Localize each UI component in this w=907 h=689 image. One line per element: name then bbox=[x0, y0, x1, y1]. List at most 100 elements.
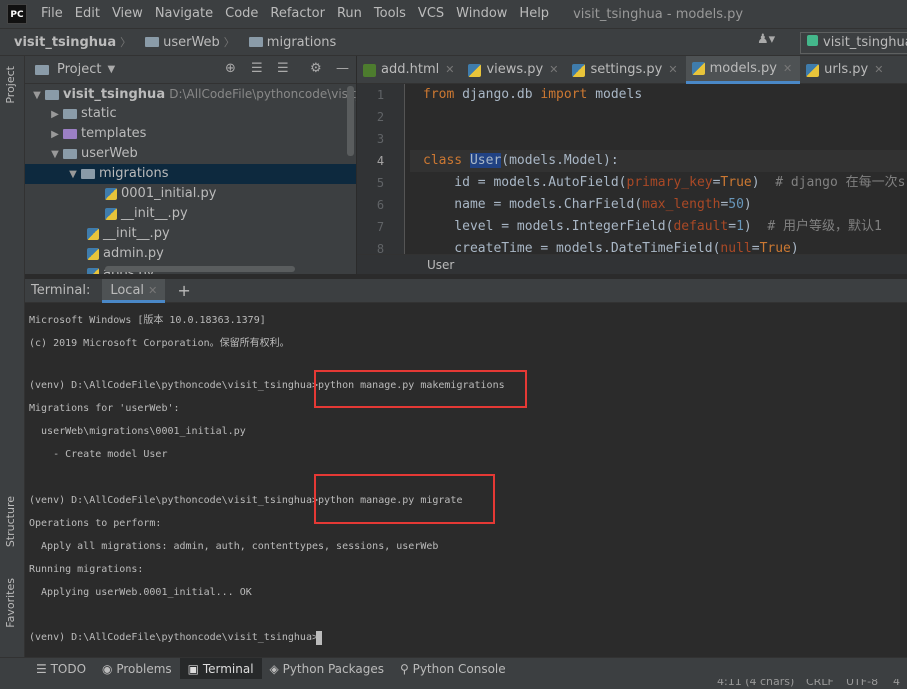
python-console-tab[interactable]: ⚲ Python Console bbox=[392, 658, 514, 680]
tree-item-userweb-init[interactable]: __init__.py bbox=[25, 224, 356, 244]
code-line: level = models.IntegerField(default=1) #… bbox=[423, 219, 882, 234]
project-tool-window: Project ▼ ⊕ ☰ ☰ ⚙ — ▼ visit_tsinghua D:\A… bbox=[25, 56, 356, 274]
terminal-line: Migrations for 'userWeb': bbox=[29, 403, 180, 414]
indent-setting[interactable]: 4 bbox=[893, 679, 900, 688]
code-breadcrumb[interactable]: User bbox=[357, 254, 907, 274]
tree-item-admin[interactable]: admin.py bbox=[25, 244, 356, 264]
highlight-box-migrate bbox=[314, 474, 495, 524]
terminal-line: Microsoft Windows [版本 10.0.18363.1379] bbox=[29, 315, 266, 326]
folder-icon bbox=[63, 108, 77, 119]
editor-tab-bar: add.html ✕ views.py ✕ settings.py ✕ models.… bbox=[357, 56, 907, 84]
close-icon[interactable]: ✕ bbox=[148, 284, 157, 297]
user-account-icon[interactable]: ♟▾ bbox=[757, 32, 775, 47]
tab-views-py[interactable]: views.py ✕ bbox=[462, 56, 566, 84]
menu-code[interactable]: Code bbox=[219, 0, 264, 28]
close-icon[interactable]: ✕ bbox=[668, 56, 677, 84]
code-area[interactable]: from django.db import models class User(… bbox=[410, 84, 907, 258]
bottom-tool-bar: ☰ TODO ◉ Problems ▣ Terminal ◈ Python Pa… bbox=[0, 657, 907, 680]
tab-settings-py[interactable]: settings.py ✕ bbox=[566, 56, 685, 84]
left-tool-stripe: Project Structure Favorites bbox=[0, 56, 25, 657]
file-encoding[interactable]: UTF-8 bbox=[846, 679, 878, 688]
chevron-right-icon: 〉 bbox=[223, 36, 235, 49]
folder-icon bbox=[145, 37, 160, 47]
python-file-icon bbox=[105, 207, 117, 220]
code-line: name = models.CharField(max_length=50) bbox=[423, 197, 752, 212]
terminal-cursor bbox=[316, 631, 322, 645]
line-separator[interactable]: CRLF bbox=[806, 679, 834, 688]
menu-navigate[interactable]: Navigate bbox=[149, 0, 219, 28]
menu-file[interactable]: File bbox=[35, 0, 69, 28]
caret-position[interactable]: 4:11 (4 chars) bbox=[717, 679, 794, 688]
close-icon[interactable]: ✕ bbox=[445, 56, 454, 84]
new-terminal-button[interactable]: + bbox=[177, 281, 190, 300]
project-panel-header: Project ▼ ⊕ ☰ ☰ ⚙ — bbox=[25, 56, 356, 84]
problems-tab[interactable]: ◉ Problems bbox=[94, 658, 180, 680]
breadcrumb-migrations[interactable]: migrations bbox=[235, 35, 341, 50]
tree-item-templates[interactable]: ▶ templates bbox=[25, 124, 356, 144]
tab-models-py[interactable]: models.py ✕ bbox=[685, 56, 801, 84]
python-file-icon bbox=[691, 62, 705, 75]
tree-item-migrations-init[interactable]: __init__.py bbox=[25, 204, 356, 224]
breadcrumb-project[interactable]: visit_tsinghua bbox=[0, 35, 120, 50]
menu-tools[interactable]: Tools bbox=[368, 0, 412, 28]
tree-item-userweb[interactable]: ▼ userWeb bbox=[25, 144, 356, 164]
terminal-icon: ▣ bbox=[187, 661, 203, 676]
python-file-icon bbox=[87, 247, 99, 260]
problems-icon: ◉ bbox=[102, 661, 117, 676]
terminal-line: Operations to perform: bbox=[29, 518, 162, 529]
tab-urls-py[interactable]: urls.py ✕ bbox=[800, 56, 891, 84]
terminal-line: userWeb\migrations\0001_initial.py bbox=[29, 426, 246, 437]
menu-view[interactable]: View bbox=[106, 0, 149, 28]
python-file-icon bbox=[87, 227, 99, 240]
chevron-down-icon[interactable]: ▼ bbox=[107, 64, 115, 75]
python-file-icon bbox=[87, 267, 99, 274]
folder-icon bbox=[81, 168, 95, 179]
html-file-icon bbox=[363, 63, 376, 77]
chevron-right-icon: ▶ bbox=[51, 129, 59, 140]
horizontal-scrollbar[interactable] bbox=[105, 266, 295, 272]
hide-panel-icon[interactable]: — bbox=[336, 61, 349, 76]
terminal-tool-tab[interactable]: ▣ Terminal bbox=[179, 657, 262, 680]
collapse-all-icon[interactable]: ☰ bbox=[277, 61, 289, 76]
menu-run[interactable]: Run bbox=[331, 0, 368, 28]
close-icon[interactable]: ✕ bbox=[549, 56, 558, 84]
terminal-label: Terminal: bbox=[31, 283, 91, 298]
menu-help[interactable]: Help bbox=[513, 0, 555, 28]
close-icon[interactable]: ✕ bbox=[783, 56, 792, 83]
chevron-down-icon: ▼ bbox=[69, 169, 77, 180]
line-number: 1 bbox=[376, 88, 385, 102]
tab-add-html[interactable]: add.html ✕ bbox=[357, 56, 462, 84]
window-title: visit_tsinghua - models.py bbox=[573, 6, 744, 22]
terminal-line: Running migrations: bbox=[29, 564, 144, 575]
menu-refactor[interactable]: Refactor bbox=[264, 0, 331, 28]
python-packages-tab[interactable]: ◈ Python Packages bbox=[262, 658, 392, 680]
tree-item-migrations[interactable]: ▼ migrations bbox=[25, 164, 356, 184]
tree-item-static[interactable]: ▶ static bbox=[25, 104, 356, 124]
python-file-icon bbox=[105, 187, 117, 200]
line-number: 5 bbox=[376, 176, 385, 190]
vertical-scrollbar[interactable] bbox=[347, 86, 354, 156]
tree-root[interactable]: ▼ visit_tsinghua D:\AllCodeFile\pythoncod… bbox=[25, 84, 356, 104]
project-view-selector[interactable]: Project bbox=[57, 62, 101, 77]
locate-file-icon[interactable]: ⊕ bbox=[225, 61, 236, 76]
favorites-tool-tab[interactable]: Favorites bbox=[4, 578, 17, 628]
breadcrumb-userweb[interactable]: userWeb bbox=[131, 35, 224, 50]
menu-window[interactable]: Window bbox=[450, 0, 513, 28]
terminal-line: (c) 2019 Microsoft Corporation。保留所有权利。 bbox=[29, 338, 290, 349]
project-tool-tab[interactable]: Project bbox=[4, 66, 17, 104]
menu-edit[interactable]: Edit bbox=[69, 0, 106, 28]
structure-tool-tab[interactable]: Structure bbox=[4, 496, 17, 547]
terminal-tab-local[interactable]: Local ✕ bbox=[102, 278, 166, 303]
tree-item-0001-initial[interactable]: 0001_initial.py bbox=[25, 184, 356, 204]
run-configuration-selector[interactable]: visit_tsinghua bbox=[800, 32, 907, 54]
close-icon[interactable]: ✕ bbox=[874, 56, 883, 84]
expand-all-icon[interactable]: ☰ bbox=[251, 61, 263, 76]
terminal-header: Terminal: Local ✕ + bbox=[25, 278, 907, 303]
code-line: class User(models.Model): bbox=[410, 150, 907, 172]
todo-tab[interactable]: ☰ TODO bbox=[28, 658, 94, 680]
terminal-output[interactable]: Microsoft Windows [版本 10.0.18363.1379] (… bbox=[25, 303, 907, 657]
gear-icon[interactable]: ⚙ bbox=[310, 61, 322, 76]
menu-vcs[interactable]: VCS bbox=[412, 0, 450, 28]
